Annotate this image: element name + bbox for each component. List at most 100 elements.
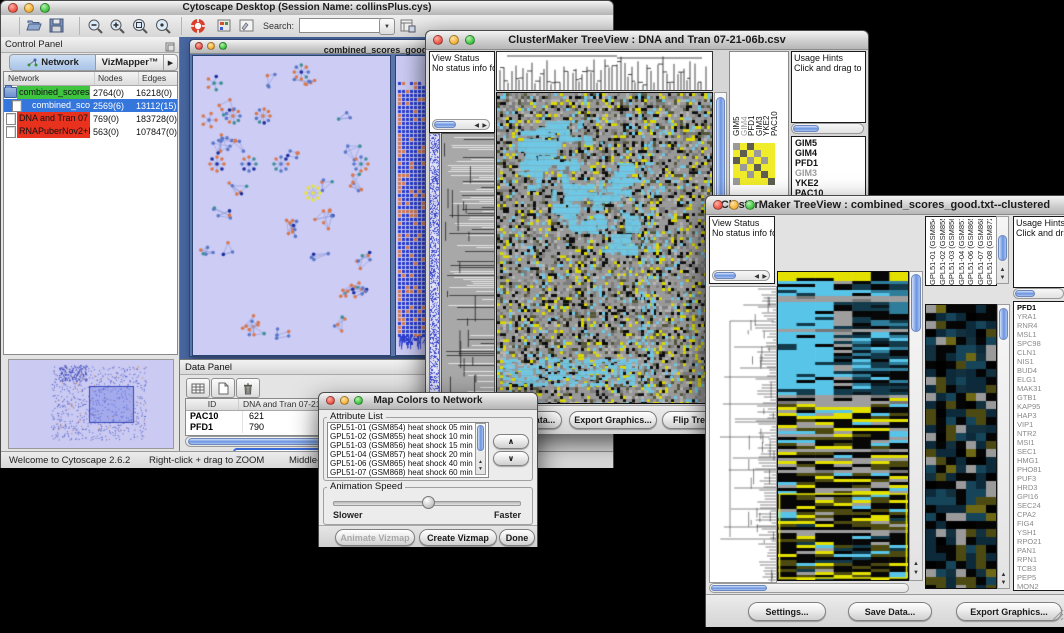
gene-label[interactable]: RPO21 <box>1017 537 1064 546</box>
tv2-row-dendrogram[interactable] <box>709 286 777 583</box>
scroll-up-arrow[interactable]: ▲ <box>998 572 1009 579</box>
tv1-export-graphics-button[interactable]: Export Graphics... <box>569 411 657 429</box>
main-titlebar[interactable]: Cytoscape Desktop (Session Name: collins… <box>1 1 613 16</box>
tv1-mini-heatmap[interactable] <box>733 143 775 185</box>
zoom-selected-icon[interactable] <box>132 18 149 39</box>
gene-label[interactable]: NTR2 <box>1017 429 1064 438</box>
scroll-up-arrow[interactable]: ▲ <box>997 267 1008 274</box>
open-file-button[interactable] <box>26 18 44 38</box>
tv1-status-hscroll[interactable]: ◀ ▶ <box>432 119 490 130</box>
network-graph-canvas[interactable] <box>193 56 388 353</box>
gene-label[interactable]: GPI16 <box>1017 492 1064 501</box>
minimize-button[interactable] <box>207 42 215 50</box>
save-button[interactable] <box>49 18 65 38</box>
birdseye-panel[interactable] <box>8 359 174 449</box>
scroll-thumb[interactable] <box>711 585 767 591</box>
scroll-thumb[interactable] <box>477 425 484 451</box>
tv1-row-label[interactable]: GIM4 <box>795 148 865 158</box>
move-up-button[interactable]: ∧ <box>493 434 529 449</box>
tv2-settings-button[interactable]: Settings... <box>748 602 826 621</box>
tv1-column-label[interactable]: GIM5 <box>732 52 740 136</box>
attribute-item[interactable]: GPL51-04 (GSM857) heat shock 20 min <box>328 450 488 459</box>
gene-label[interactable]: SEC1 <box>1017 447 1064 456</box>
tv1-row-label[interactable]: GIM5 <box>795 138 865 148</box>
tv1-row-label[interactable]: PFD1 <box>795 158 865 168</box>
resize-grip[interactable] <box>1052 608 1064 626</box>
gene-label[interactable]: HAP3 <box>1017 411 1064 420</box>
gene-label[interactable]: PUF3 <box>1017 474 1064 483</box>
tv2-column-label[interactable]: GPL51-07 (GSM868) <box>976 219 986 285</box>
close-button[interactable] <box>326 396 335 405</box>
animation-speed-slider[interactable] <box>333 496 521 508</box>
new-attribute-button[interactable] <box>211 378 235 398</box>
scroll-down-arrow[interactable]: ▼ <box>998 580 1009 587</box>
done-button[interactable]: Done <box>499 529 535 546</box>
scroll-thumb[interactable] <box>714 272 736 279</box>
minimize-button[interactable] <box>340 396 349 405</box>
scroll-up-arrow[interactable]: ▲ <box>476 459 485 466</box>
gene-label[interactable]: PFD1 <box>1017 303 1064 312</box>
gene-label[interactable]: YSH1 <box>1017 528 1064 537</box>
search-dropdown-button[interactable]: ▼ <box>379 18 395 35</box>
tv2-status-hscroll[interactable]: ◀ ▶ <box>712 270 770 281</box>
scroll-up-arrow[interactable]: ▲ <box>910 561 922 568</box>
tv2-heatmap-canvas[interactable] <box>777 271 909 581</box>
dialog-titlebar[interactable]: Map Colors to Network <box>319 393 537 410</box>
tv1-column-label[interactable]: PFD1 <box>747 52 755 136</box>
animate-vizmap-button[interactable]: Animate Vizmap <box>335 529 415 546</box>
close-button[interactable] <box>8 3 18 13</box>
search-config-icon[interactable] <box>400 18 416 38</box>
scroll-left-arrow[interactable]: ◀ <box>474 122 479 129</box>
tv2-column-label[interactable]: GPL51-04 (GSM857) <box>957 219 967 285</box>
scroll-thumb[interactable] <box>793 125 819 132</box>
vizmapper-icon[interactable] <box>217 19 231 37</box>
col-nodes[interactable]: Nodes <box>95 72 139 85</box>
tab-network[interactable]: Network <box>9 54 97 71</box>
minimize-button[interactable] <box>729 200 739 210</box>
attribute-item[interactable]: GPL51-02 (GSM855) heat shock 10 min <box>328 432 488 441</box>
gene-label[interactable]: PEP5 <box>1017 573 1064 582</box>
scroll-left-arrow[interactable]: ◀ <box>754 273 759 280</box>
close-button[interactable] <box>433 35 443 45</box>
tv2-zoom-heatmap-canvas[interactable] <box>925 304 997 589</box>
tv2-column-label[interactable]: GPL51-01 (GSM854) <box>928 219 938 285</box>
gene-label[interactable]: SEC24 <box>1017 501 1064 510</box>
tv1-column-label[interactable]: PAC10 <box>770 52 778 136</box>
tab-vizmapper[interactable]: VizMapper™ <box>95 54 165 71</box>
gene-label[interactable]: CPA2 <box>1017 510 1064 519</box>
network-row[interactable]: DNA and Tran 07769(0)183728(0) <box>4 112 177 125</box>
tv2-heatmap-vscroll[interactable]: ▲ ▼ <box>909 271 923 581</box>
col-network[interactable]: Network <box>4 72 95 85</box>
attribute-item[interactable]: GPL51-01 (GSM854) heat shock 05 min <box>328 423 488 432</box>
zoom-button[interactable] <box>219 42 227 50</box>
tv1-row-label[interactable]: YKE2 <box>795 178 865 188</box>
scroll-right-arrow[interactable]: ▶ <box>482 122 487 129</box>
minimize-button[interactable] <box>24 3 34 13</box>
tv1-column-label[interactable]: GIM3 <box>755 52 763 136</box>
scroll-thumb[interactable] <box>1015 290 1035 297</box>
tab-overflow-button[interactable]: ▶ <box>163 54 178 71</box>
gene-label[interactable]: HRD3 <box>1017 483 1064 492</box>
zoom-fit-icon[interactable] <box>155 18 172 39</box>
scroll-thumb[interactable] <box>998 235 1007 261</box>
gene-label[interactable]: SPC98 <box>1017 339 1064 348</box>
tv2-column-label[interactable]: GPL51-03 (GSM856) <box>947 219 957 285</box>
gene-label[interactable]: RPN1 <box>1017 555 1064 564</box>
scroll-thumb[interactable] <box>999 308 1008 340</box>
network-row[interactable]: RNAPuberNov2+I563(0)107847(0) <box>4 125 177 138</box>
tv1-column-label[interactable]: GIM4 <box>740 52 748 136</box>
close-button[interactable] <box>195 42 203 50</box>
tv1-row-label[interactable]: GIM3 <box>795 168 865 178</box>
gene-label[interactable]: MAK31 <box>1017 384 1064 393</box>
tv2-column-label[interactable]: GPL51-06 (GSM865) <box>966 219 976 285</box>
minimize-button[interactable] <box>449 35 459 45</box>
scroll-down-arrow[interactable]: ▼ <box>910 570 922 577</box>
attribute-list[interactable]: GPL51-01 (GSM854) heat shock 05 minGPL51… <box>327 422 489 478</box>
tv1-hints-hscroll[interactable] <box>791 123 864 134</box>
zoom-in-icon[interactable] <box>109 18 126 39</box>
network-canvas-pane[interactable] <box>192 55 391 356</box>
tv2-export-graphics-button[interactable]: Export Graphics... <box>956 602 1062 621</box>
gene-label[interactable]: MON2 <box>1017 582 1064 591</box>
gene-label[interactable]: KAP95 <box>1017 402 1064 411</box>
gene-label[interactable]: PHO81 <box>1017 465 1064 474</box>
